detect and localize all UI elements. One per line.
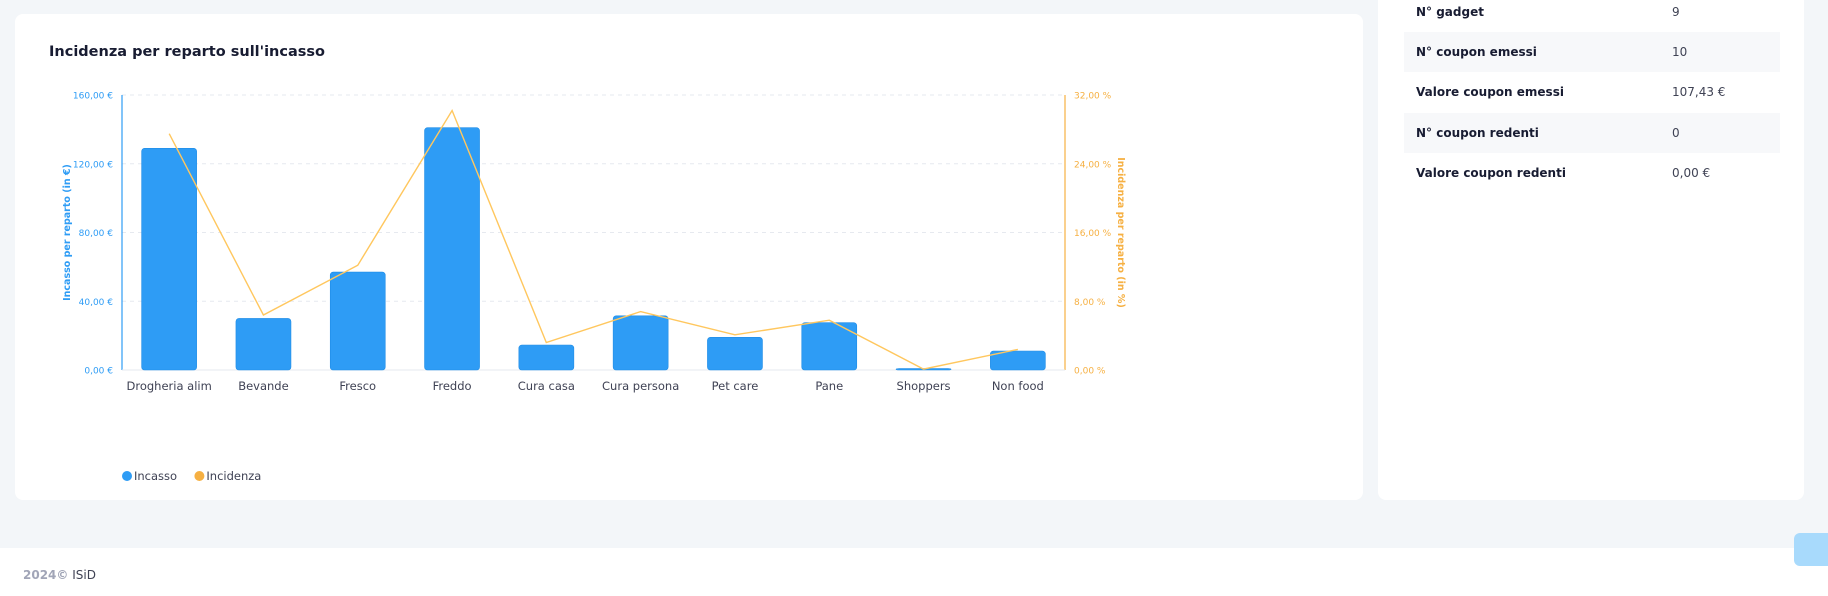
- legend-marker-incidenza: [194, 471, 205, 481]
- y-right-tick-label: 0,00 %: [1074, 367, 1106, 377]
- x-tick-label: Freddo: [433, 379, 472, 393]
- x-tick-label: Pane: [815, 379, 843, 393]
- x-tick-label: Drogheria alim: [127, 379, 212, 393]
- y-right-tick-label: 8,00 %: [1074, 298, 1106, 308]
- y-left-tick-label: 80,00 €: [79, 229, 114, 239]
- x-tick-label: Bevande: [238, 379, 288, 393]
- bar-fresco: [329, 271, 386, 371]
- y-left-tick-label: 40,00 €: [79, 298, 114, 308]
- y-left-axis-title: Incasso per reparto (in €): [62, 164, 73, 301]
- y-left-tick-label: 0,00 €: [84, 367, 113, 377]
- stat-value: 0: [1672, 126, 1680, 140]
- stat-label: Valore coupon emessi: [1416, 85, 1564, 99]
- legend-marker-incasso: [122, 471, 132, 481]
- bar-bevande: [235, 318, 292, 371]
- bar-cura-persona: [612, 315, 669, 371]
- stat-label: N° coupon emessi: [1416, 45, 1537, 59]
- stat-row-valore-coupon-emessi: Valore coupon emessi 107,43 €: [1404, 72, 1780, 112]
- y-right-tick-label: 32,00 %: [1074, 92, 1112, 102]
- y-right-tick-label: 24,00 %: [1074, 160, 1112, 170]
- stat-label: N° gadget: [1416, 5, 1484, 19]
- footer-year: 2024©: [23, 568, 69, 582]
- bar-pet-care: [707, 337, 763, 371]
- incidence-line: [168, 108, 1019, 370]
- footer: 2024© ISiD: [0, 548, 1828, 596]
- x-tick-label: Fresco: [339, 379, 376, 393]
- footer-brand-link[interactable]: ISiD: [72, 568, 96, 582]
- y-right-axis-title: Incidenza per reparto (in %): [1115, 157, 1126, 308]
- x-tick-label: Non food: [992, 379, 1044, 393]
- stat-label: N° coupon redenti: [1416, 126, 1539, 140]
- footer-copyright: 2024© ISiD: [23, 568, 96, 582]
- stat-value: 0,00 €: [1672, 166, 1711, 180]
- x-tick-label: Shoppers: [897, 379, 951, 393]
- bar-cura-casa: [518, 344, 575, 371]
- stat-row-coupon-emessi: N° coupon emessi 10: [1404, 32, 1780, 72]
- stat-value: 9: [1672, 5, 1680, 19]
- stat-value: 10: [1672, 45, 1688, 59]
- chart-card: Incidenza per reparto sull'incasso 0,00 …: [15, 14, 1363, 500]
- x-tick-label: Pet care: [712, 379, 759, 393]
- stat-row-coupon-redenti: N° coupon redenti 0: [1404, 113, 1780, 153]
- y-left-tick-label: 160,00 €: [73, 92, 113, 102]
- legend-label-incasso: Incasso: [134, 469, 177, 483]
- x-tick-label: Cura persona: [602, 379, 679, 393]
- legend-label-incidenza: Incidenza: [206, 469, 261, 483]
- bar-freddo: [424, 127, 480, 371]
- stat-row-gadget: N° gadget 9: [1404, 0, 1780, 32]
- bar-drogheria-alim: [141, 147, 197, 371]
- stats-card: N° gadget 9 N° coupon emessi 10 Valore c…: [1378, 0, 1804, 500]
- stat-label: Valore coupon redenti: [1416, 166, 1566, 180]
- y-right-tick-label: 16,00 %: [1074, 229, 1112, 239]
- scroll-to-top-button[interactable]: [1794, 533, 1828, 566]
- x-tick-label: Cura casa: [518, 379, 575, 393]
- incidence-chart: 0,00 € 40,00 € 80,00 € 120,00 € 160,00 € 0,00…: [62, 92, 1126, 484]
- y-left-tick-label: 120,00 €: [73, 160, 113, 170]
- stat-value: 107,43 €: [1672, 85, 1726, 99]
- stat-row-valore-coupon-redenti: Valore coupon redenti 0,00 €: [1404, 153, 1780, 193]
